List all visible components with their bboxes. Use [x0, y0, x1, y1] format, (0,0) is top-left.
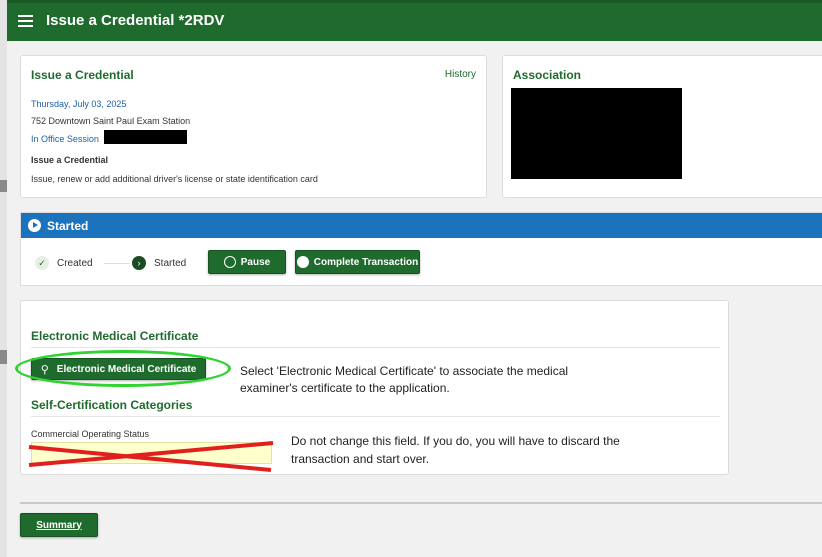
- step-connector: [104, 263, 130, 264]
- check-circle-icon: [296, 256, 309, 268]
- medical-certificate-card: Electronic Medical Certificate ⚲ Electro…: [15, 300, 729, 475]
- transaction-description: Issue, renew or add additional driver's …: [31, 174, 318, 184]
- transaction-date: Thursday, July 03, 2025: [31, 99, 127, 109]
- session-type: In Office Session: [31, 134, 99, 144]
- card-title: Issue a Credential: [31, 68, 134, 82]
- chevron-right-icon: ›: [132, 256, 146, 270]
- edge-marker: [0, 180, 7, 192]
- hamburger-menu-icon[interactable]: [18, 15, 33, 27]
- cross-line: [28, 445, 272, 472]
- association-card: Association: [502, 55, 822, 198]
- association-title: Association: [513, 68, 582, 82]
- redacted-association-photo: [511, 88, 682, 179]
- summary-label: Summary: [36, 519, 82, 531]
- redacted-session-id: [104, 130, 187, 144]
- transaction-type: Issue a Credential: [31, 155, 109, 165]
- section-title: Electronic Medical Certificate: [31, 329, 199, 343]
- emc-instruction-annotation: Select 'Electronic Medical Certificate' …: [240, 364, 569, 395]
- self-certification-title: Self-Certification Categories: [31, 398, 193, 412]
- cross-out-annotation: [28, 441, 274, 472]
- issue-credential-card: Issue a Credential History Thursday, Jul…: [20, 55, 487, 198]
- step-label: Created: [57, 257, 93, 269]
- complete-transaction-button[interactable]: Complete Transaction: [295, 250, 420, 274]
- highlight-oval: [15, 350, 231, 387]
- pause-label: Pause: [240, 256, 271, 268]
- warning-annotation: Do not change this field. If you do, you…: [291, 434, 620, 466]
- step-created: ✓ Created: [35, 256, 93, 270]
- complete-label: Complete Transaction: [313, 256, 419, 268]
- exam-station: 752 Downtown Saint Paul Exam Station: [31, 116, 191, 126]
- app-header: Issue a Credential *2RDV: [7, 0, 822, 41]
- page-title: Issue a Credential *2RDV: [46, 12, 225, 29]
- edge-marker: [0, 350, 7, 364]
- section-divider: [31, 347, 720, 348]
- history-link[interactable]: History: [445, 69, 476, 80]
- step-label: Started: [154, 257, 187, 269]
- status-bar: Started: [21, 213, 822, 238]
- pause-icon: [223, 256, 236, 268]
- status-title: Started: [47, 219, 89, 233]
- pause-button[interactable]: Pause: [208, 250, 286, 274]
- check-icon: ✓: [35, 256, 49, 270]
- section-divider: [31, 416, 720, 417]
- cross-line: [28, 441, 274, 467]
- window-left-edge: [0, 0, 7, 557]
- transaction-status-card: Started ✓ Created › Started Pause Comple…: [20, 212, 822, 286]
- summary-button[interactable]: Summary: [20, 513, 98, 537]
- step-started: › Started: [132, 256, 186, 270]
- footer-divider: [20, 502, 822, 504]
- play-circle-icon: [28, 219, 41, 232]
